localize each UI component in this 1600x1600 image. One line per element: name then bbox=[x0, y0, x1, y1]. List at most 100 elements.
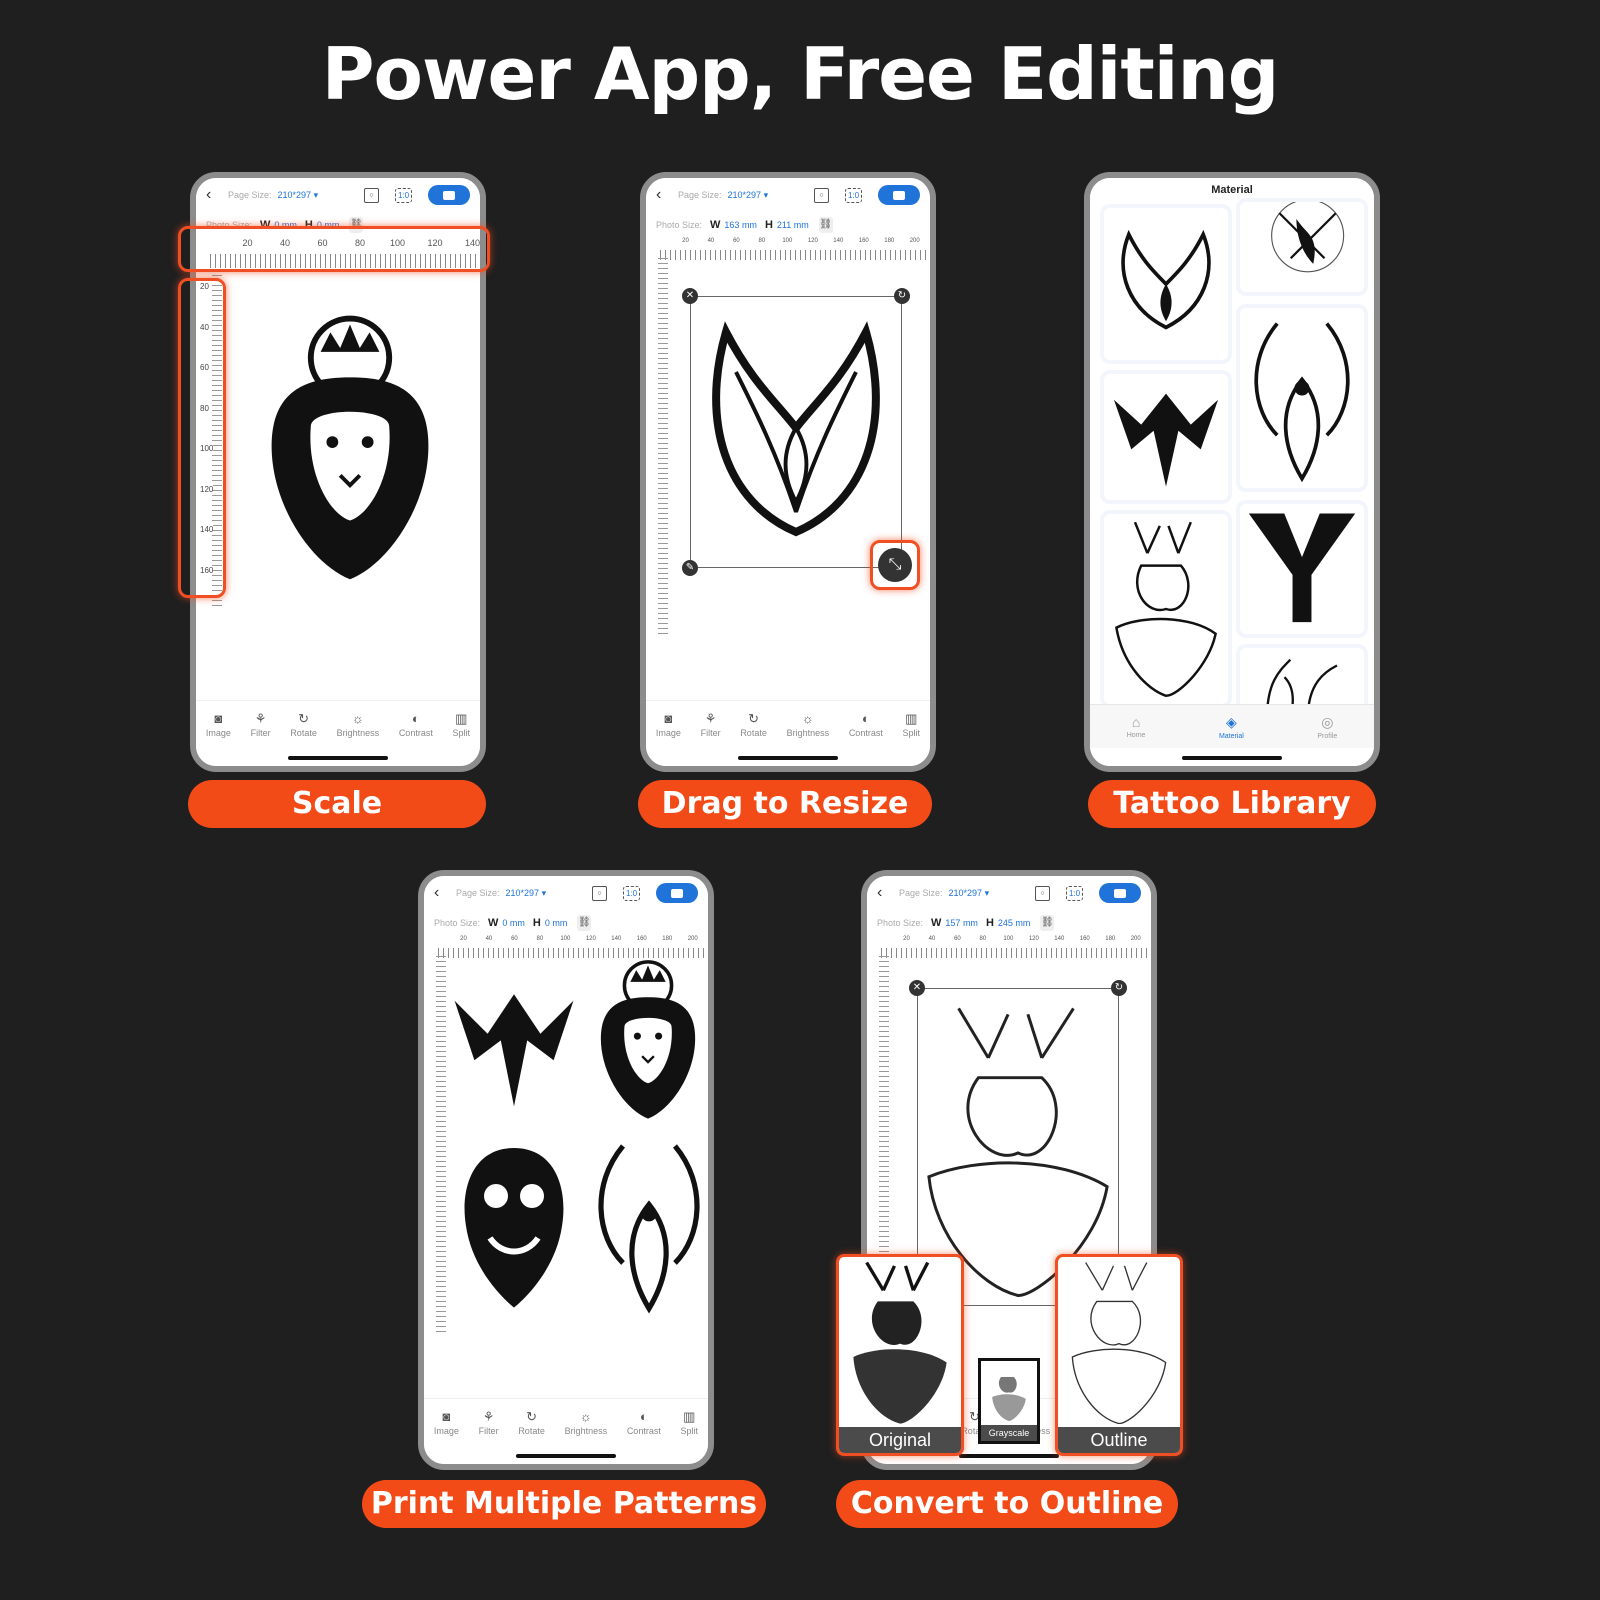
tool-brightness[interactable]: ☼ Brightness bbox=[337, 711, 380, 738]
ruler-tick-label: 60 bbox=[511, 936, 518, 942]
tool-image[interactable]: ◙ Image bbox=[434, 1409, 459, 1436]
page-size-dropdown[interactable]: 210*297 ▾ bbox=[506, 888, 547, 899]
ruler-tick-label: 180 bbox=[1105, 936, 1116, 942]
library-tile-letter-y[interactable] bbox=[1240, 504, 1364, 634]
ratio-button[interactable]: 1:0 bbox=[1066, 885, 1083, 901]
library-tile-wings[interactable] bbox=[1104, 208, 1228, 360]
tool-label: Image bbox=[205, 728, 231, 738]
mode-outline[interactable]: Outline bbox=[1055, 1254, 1183, 1456]
page-size-label: Page Size: bbox=[899, 888, 943, 898]
save-icon[interactable]: ○ bbox=[364, 187, 379, 203]
width-field[interactable]: 163 mm bbox=[724, 220, 757, 230]
rotate-icon: ↻ bbox=[748, 711, 760, 726]
link-aspect-icon[interactable]: ⛓ bbox=[1040, 915, 1055, 931]
print-button[interactable] bbox=[428, 185, 470, 205]
tool-filter[interactable]: ⚘ Filter bbox=[479, 1409, 499, 1436]
tool-image[interactable]: ◙ Image bbox=[206, 711, 231, 738]
home-indicator bbox=[516, 1454, 616, 1458]
link-aspect-icon[interactable]: ⛓ bbox=[577, 915, 592, 931]
height-field[interactable]: 245 mm bbox=[998, 918, 1031, 928]
close-icon[interactable]: ✕ bbox=[682, 288, 698, 304]
print-button[interactable] bbox=[1099, 883, 1141, 903]
ruler-tick-label: 140 bbox=[611, 936, 622, 942]
photo-size-bar: Photo Size: W 0 mm H 0 mm ⛓ bbox=[424, 912, 708, 934]
vertical-ruler bbox=[436, 956, 446, 1334]
chevron-left-icon[interactable]: ‹ bbox=[206, 186, 224, 204]
mode-grayscale[interactable]: Grayscale bbox=[978, 1358, 1040, 1444]
ruler-tick-label: 120 bbox=[1028, 936, 1039, 942]
tool-contrast[interactable]: ◐ Contrast bbox=[849, 711, 883, 738]
resize-handle-icon[interactable]: ⤡ bbox=[878, 548, 912, 582]
page-size-label: Page Size: bbox=[456, 888, 500, 898]
lion-artwork[interactable] bbox=[588, 956, 708, 1121]
tool-contrast[interactable]: ◐ Contrast bbox=[399, 711, 433, 738]
height-field[interactable]: 211 mm bbox=[777, 220, 809, 230]
print-button[interactable] bbox=[656, 883, 698, 903]
tool-rotate[interactable]: ↻ Rotate bbox=[290, 711, 317, 738]
page-size-dropdown[interactable]: 210*297 ▾ bbox=[949, 888, 990, 899]
tool-label: Contrast bbox=[626, 1426, 661, 1436]
edit-handle-icon[interactable]: ✎ bbox=[682, 560, 698, 576]
close-icon[interactable]: ✕ bbox=[909, 980, 925, 996]
chevron-left-icon[interactable]: ‹ bbox=[877, 884, 895, 902]
page-size-label: Page Size: bbox=[228, 190, 272, 200]
tool-image[interactable]: ◙ Image bbox=[656, 711, 681, 738]
save-icon[interactable]: ○ bbox=[592, 885, 607, 901]
mode-original[interactable]: Original bbox=[836, 1254, 964, 1456]
material-header: Material bbox=[1211, 184, 1253, 196]
tool-filter[interactable]: ⚘ Filter bbox=[701, 711, 721, 738]
width-field[interactable]: 157 mm bbox=[945, 918, 978, 928]
phone-tattoo-library: Material ⌂ Home ◈ Material ◎ Profile bbox=[1084, 172, 1380, 772]
save-icon[interactable]: ○ bbox=[814, 187, 829, 203]
tool-rotate[interactable]: ↻ Rotate bbox=[740, 711, 767, 738]
library-tile-deer[interactable] bbox=[1104, 514, 1228, 704]
bottom-tab-bar: ⌂ Home ◈ Material ◎ Profile bbox=[1090, 704, 1374, 748]
tab-material[interactable]: ◈ Material bbox=[1219, 714, 1244, 740]
library-tile-ornament[interactable] bbox=[1240, 308, 1364, 488]
link-aspect-icon[interactable]: ⛓ bbox=[818, 217, 833, 233]
tool-brightness[interactable]: ☼ Brightness bbox=[565, 1409, 608, 1436]
split-icon: ▥ bbox=[455, 711, 468, 726]
page-size-dropdown[interactable]: 210*297 ▾ bbox=[728, 190, 769, 201]
editor-topbar: ‹ Page Size: 210*297 ▾ ○ 1:0 bbox=[424, 876, 708, 910]
tool-contrast[interactable]: ◐ Contrast bbox=[627, 1409, 661, 1436]
library-tile-tribal[interactable] bbox=[1104, 374, 1228, 500]
chevron-left-icon[interactable]: ‹ bbox=[434, 884, 452, 902]
ornament-artwork[interactable] bbox=[584, 1124, 708, 1324]
width-field[interactable]: 0 mm bbox=[502, 918, 525, 928]
maori-artwork[interactable] bbox=[454, 1126, 574, 1326]
tool-split[interactable]: ▥ Split bbox=[903, 711, 921, 738]
save-icon[interactable]: ○ bbox=[1035, 885, 1050, 901]
ratio-button[interactable]: 1:0 bbox=[395, 187, 412, 203]
tool-split[interactable]: ▥ Split bbox=[681, 1409, 699, 1436]
printer-icon bbox=[671, 888, 683, 898]
library-tile-eagle[interactable] bbox=[1240, 199, 1364, 292]
editor-topbar: ‹ Page Size: 210*297 ▾ ○ 1:0 bbox=[196, 178, 480, 212]
tool-filter[interactable]: ⚘ Filter bbox=[251, 711, 271, 738]
ruler-tick-label: 40 bbox=[485, 936, 493, 942]
tool-split[interactable]: ▥ Split bbox=[453, 711, 471, 738]
ruler-tick-label: 160 bbox=[1079, 936, 1090, 942]
print-button[interactable] bbox=[878, 185, 920, 205]
tool-brightness[interactable]: ☼ Brightness bbox=[787, 711, 830, 738]
printer-icon bbox=[443, 190, 455, 200]
tribal-tattoo-image bbox=[454, 994, 574, 1107]
tab-label: Profile bbox=[1317, 732, 1338, 740]
ornament-wings-tattoo-image bbox=[598, 1144, 700, 1314]
contrast-icon: ◐ bbox=[861, 711, 870, 726]
tab-home[interactable]: ⌂ Home bbox=[1127, 714, 1146, 739]
tribal-artwork[interactable] bbox=[448, 972, 580, 1122]
tool-rotate[interactable]: ↻ Rotate bbox=[518, 1409, 545, 1436]
rotate-handle-icon[interactable]: ↻ bbox=[894, 288, 910, 304]
tab-profile[interactable]: ◎ Profile bbox=[1317, 714, 1337, 740]
page-size-dropdown[interactable]: 210*297 ▾ bbox=[278, 190, 319, 201]
lion-artwork[interactable] bbox=[252, 306, 448, 586]
ratio-button[interactable]: 1:0 bbox=[845, 187, 862, 203]
ratio-button[interactable]: 1:0 bbox=[623, 885, 640, 901]
deer-tattoo-image bbox=[1115, 521, 1217, 698]
height-field[interactable]: 0 mm bbox=[545, 918, 568, 928]
chevron-left-icon[interactable]: ‹ bbox=[656, 186, 674, 204]
ruler-tick-label: 80 bbox=[979, 936, 987, 942]
rotate-handle-icon[interactable]: ↻ bbox=[1111, 980, 1127, 996]
editor-topbar: ‹ Page Size: 210*297 ▾ ○ 1:0 bbox=[867, 876, 1151, 910]
